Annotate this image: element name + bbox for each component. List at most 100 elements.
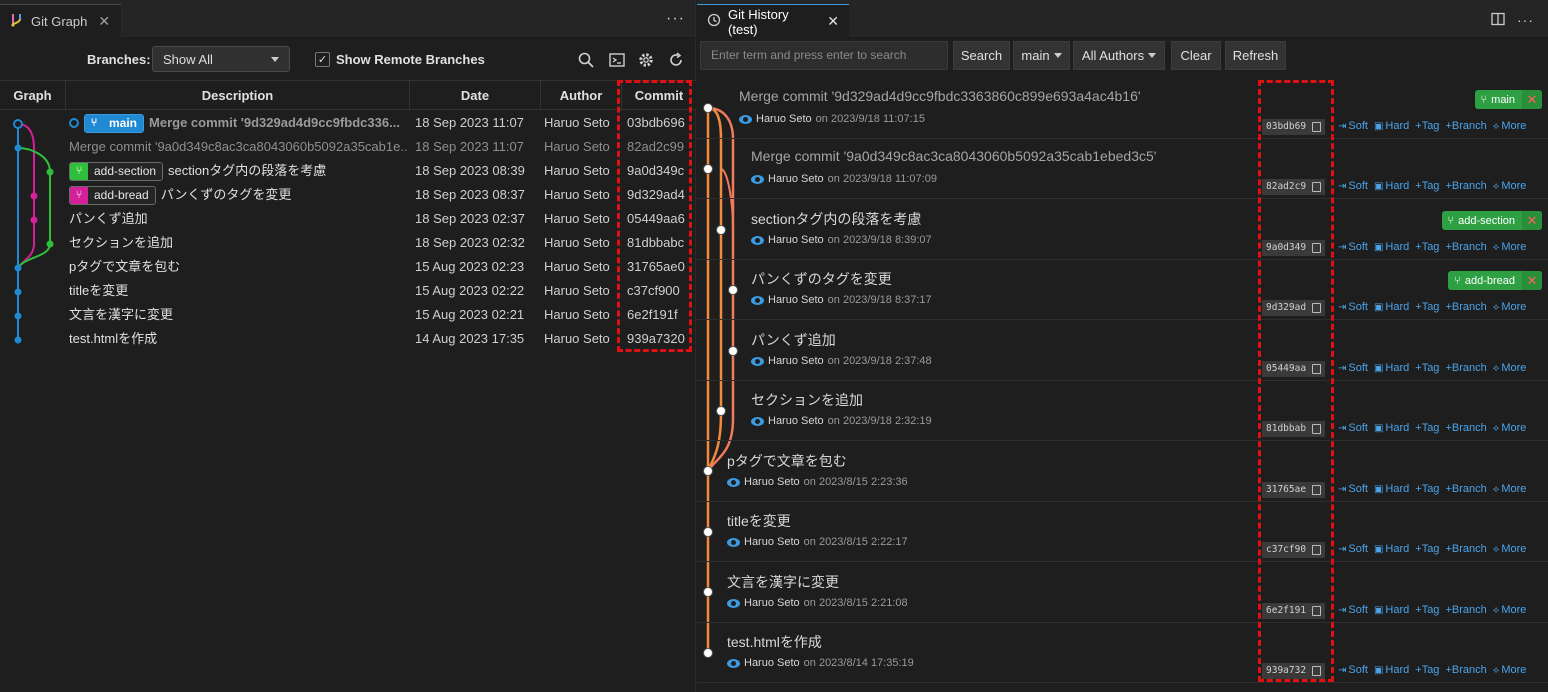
commit-hash[interactable]: 6e2f191 — [1262, 603, 1326, 619]
branch-ref-add-section[interactable]: ⑂ add-section — [69, 161, 164, 181]
hard-reset-button[interactable]: ▣ Hard — [1374, 422, 1409, 434]
tab-git-graph[interactable]: Git Graph ✕ — [0, 4, 122, 38]
add-tag-button[interactable]: +Tag — [1415, 422, 1439, 434]
table-row[interactable]: Merge commit '9a0d349c8ac3ca8043060b5092… — [0, 135, 696, 159]
eye-icon[interactable] — [727, 537, 740, 547]
more-button[interactable]: ⟡ More — [1493, 362, 1527, 374]
hard-reset-button[interactable]: ▣ Hard — [1374, 120, 1409, 132]
soft-reset-button[interactable]: ⇥ Soft — [1338, 301, 1368, 313]
hard-reset-button[interactable]: ▣ Hard — [1374, 483, 1409, 495]
copy-icon[interactable] — [1312, 303, 1322, 313]
eye-icon[interactable] — [727, 658, 740, 668]
soft-reset-button[interactable]: ⇥ Soft — [1338, 483, 1368, 495]
hard-reset-button[interactable]: ▣ Hard — [1374, 543, 1409, 555]
close-icon[interactable]: ✕ — [827, 13, 839, 30]
soft-reset-button[interactable]: ⇥ Soft — [1338, 180, 1368, 192]
list-item[interactable]: pタグで文章を包む Haruo Seto on 2023/8/15 2:23:36… — [697, 442, 1548, 502]
soft-reset-button[interactable]: ⇥ Soft — [1338, 362, 1368, 374]
list-item[interactable]: パンくず追加 Haruo Seto on 2023/9/18 2:37:48 05… — [697, 321, 1548, 381]
more-button[interactable]: ⟡ More — [1493, 422, 1527, 434]
eye-icon[interactable] — [751, 416, 764, 426]
clear-button[interactable]: Clear — [1171, 41, 1221, 70]
table-row[interactable]: pタグで文章を包む 15 Aug 2023 02:23 Haruo Seto 3… — [0, 255, 696, 279]
eye-icon[interactable] — [751, 235, 764, 245]
more-actions-icon[interactable]: ··· — [666, 10, 685, 28]
soft-reset-button[interactable]: ⇥ Soft — [1338, 604, 1368, 616]
add-tag-button[interactable]: +Tag — [1415, 241, 1439, 253]
eye-icon[interactable] — [739, 114, 752, 124]
table-row[interactable]: パンくず追加 18 Sep 2023 02:37 Haruo Seto 0544… — [0, 207, 696, 231]
commit-hash[interactable]: 05449aa — [1262, 361, 1326, 377]
branch-select-button[interactable]: main — [1013, 41, 1070, 70]
table-row[interactable]: 文言を漢字に変更 15 Aug 2023 02:21 Haruo Seto 6e… — [0, 303, 696, 327]
commit-hash[interactable]: 81dbbab — [1262, 421, 1326, 437]
remove-branch-icon[interactable]: ✕ — [1522, 211, 1542, 230]
branch-ref-add-bread[interactable]: ⑂ add-bread — [69, 185, 156, 205]
column-commit[interactable]: Commit — [622, 81, 696, 110]
more-button[interactable]: ⟡ More — [1493, 543, 1527, 555]
column-graph[interactable]: Graph — [0, 81, 66, 110]
show-remote-checkbox[interactable]: ✓ — [315, 52, 330, 67]
commit-hash[interactable]: 82ad2c9 — [1262, 179, 1326, 195]
add-branch-button[interactable]: +Branch — [1445, 362, 1486, 374]
more-button[interactable]: ⟡ More — [1493, 241, 1527, 253]
search-button[interactable]: Search — [953, 41, 1010, 70]
add-tag-button[interactable]: +Tag — [1415, 301, 1439, 313]
close-icon[interactable]: ✕ — [98, 13, 110, 30]
refresh-button[interactable]: Refresh — [1225, 41, 1286, 70]
add-tag-button[interactable]: +Tag — [1415, 180, 1439, 192]
add-branch-button[interactable]: +Branch — [1445, 180, 1486, 192]
copy-icon[interactable] — [1312, 243, 1322, 253]
branch-ref-main[interactable]: ⑂ main — [84, 113, 145, 133]
add-branch-button[interactable]: +Branch — [1445, 604, 1486, 616]
hard-reset-button[interactable]: ▣ Hard — [1374, 604, 1409, 616]
copy-icon[interactable] — [1312, 364, 1322, 374]
copy-icon[interactable] — [1312, 122, 1322, 132]
list-item[interactable]: sectionタグ内の段落を考慮 Haruo Seto on 2023/9/18 … — [697, 200, 1548, 260]
table-row[interactable]: セクションを追加 18 Sep 2023 02:32 Haruo Seto 81… — [0, 231, 696, 255]
table-row[interactable]: ⑂ add-section sectionタグ内の段落を考慮 18 Sep 202… — [0, 159, 696, 183]
tab-git-history[interactable]: Git History (test) ✕ — [697, 4, 849, 38]
list-item[interactable]: パンくずのタグを変更 Haruo Seto on 2023/9/18 8:37:1… — [697, 260, 1548, 320]
more-actions-icon[interactable]: ··· — [1517, 12, 1534, 29]
eye-icon[interactable] — [727, 477, 740, 487]
split-editor-icon[interactable] — [1491, 12, 1505, 29]
gear-icon[interactable] — [636, 50, 656, 70]
list-item[interactable]: Merge commit '9a0d349c8ac3ca8043060b5092… — [697, 139, 1548, 199]
add-branch-button[interactable]: +Branch — [1445, 301, 1486, 313]
eye-icon[interactable] — [727, 598, 740, 608]
table-row[interactable]: ⑂ add-bread パンくずのタグを変更 18 Sep 2023 08:37 … — [0, 183, 696, 207]
table-row[interactable]: test.htmlを作成 14 Aug 2023 17:35 Haruo Set… — [0, 327, 696, 351]
add-tag-button[interactable]: +Tag — [1415, 362, 1439, 374]
branch-badge-add-bread[interactable]: ⑂ add-bread ✕ — [1448, 271, 1542, 290]
remove-branch-icon[interactable]: ✕ — [1522, 90, 1542, 109]
authors-select-button[interactable]: All Authors — [1073, 41, 1165, 70]
copy-icon[interactable] — [1312, 606, 1322, 616]
add-branch-button[interactable]: +Branch — [1445, 120, 1486, 132]
branch-badge-main[interactable]: ⑂ main ✕ — [1474, 90, 1542, 109]
column-date[interactable]: Date — [410, 81, 541, 110]
add-branch-button[interactable]: +Branch — [1445, 483, 1486, 495]
commit-hash[interactable]: 9a0d349 — [1262, 240, 1326, 256]
more-button[interactable]: ⟡ More — [1493, 120, 1527, 132]
copy-icon[interactable] — [1312, 666, 1322, 676]
add-tag-button[interactable]: +Tag — [1415, 664, 1439, 676]
hard-reset-button[interactable]: ▣ Hard — [1374, 301, 1409, 313]
branch-badge-add-section[interactable]: ⑂ add-section ✕ — [1441, 211, 1542, 230]
list-item[interactable]: 文言を漢字に変更 Haruo Seto on 2023/8/15 2:21:08 … — [697, 563, 1548, 623]
terminal-icon[interactable] — [607, 50, 627, 70]
more-button[interactable]: ⟡ More — [1493, 180, 1527, 192]
search-input[interactable]: Enter term and press enter to search — [700, 41, 948, 70]
commit-hash[interactable]: 939a732 — [1262, 663, 1326, 679]
copy-icon[interactable] — [1312, 485, 1322, 495]
add-branch-button[interactable]: +Branch — [1445, 543, 1486, 555]
list-item[interactable]: test.htmlを作成 Haruo Seto on 2023/8/14 17:3… — [697, 623, 1548, 683]
soft-reset-button[interactable]: ⇥ Soft — [1338, 120, 1368, 132]
eye-icon[interactable] — [751, 295, 764, 305]
add-branch-button[interactable]: +Branch — [1445, 664, 1486, 676]
list-item[interactable]: セクションを追加 Haruo Seto on 2023/9/18 2:32:19 … — [697, 381, 1548, 441]
list-item[interactable]: titleを変更 Haruo Seto on 2023/8/15 2:22:17 … — [697, 502, 1548, 562]
commit-hash[interactable]: 03bdb69 — [1262, 119, 1326, 135]
copy-icon[interactable] — [1312, 182, 1322, 192]
hard-reset-button[interactable]: ▣ Hard — [1374, 241, 1409, 253]
